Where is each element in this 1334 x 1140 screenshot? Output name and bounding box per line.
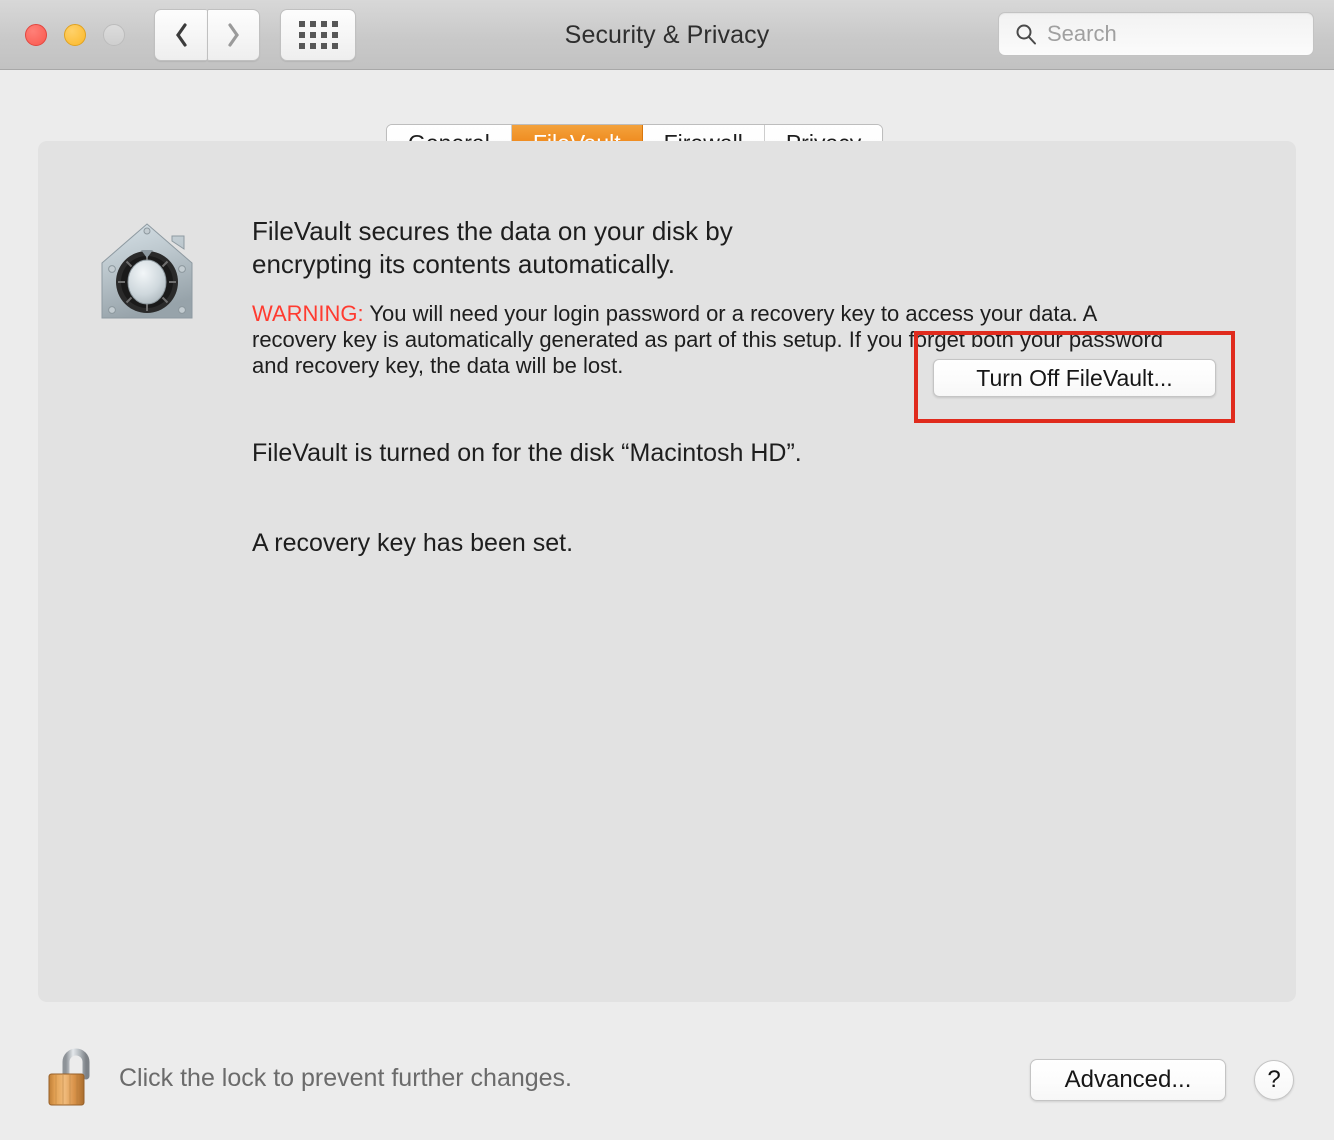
preferences-window: Security & Privacy General FileVault Fir… <box>0 0 1334 1140</box>
warning-label: WARNING: <box>252 301 364 326</box>
help-button[interactable]: ? <box>1254 1060 1294 1100</box>
status-disk-text: FileVault is turned on for the disk “Mac… <box>252 439 802 467</box>
filevault-description: FileVault secures the data on your disk … <box>252 216 733 279</box>
search-icon <box>1015 23 1037 45</box>
content-panel: FileVault secures the data on your disk … <box>38 141 1296 1002</box>
advanced-button[interactable]: Advanced... <box>1030 1059 1226 1101</box>
search-field[interactable] <box>998 12 1314 56</box>
title-bar: Security & Privacy <box>0 0 1334 70</box>
filevault-house-safe-icon <box>101 223 193 319</box>
lock-hint-text: Click the lock to prevent further change… <box>119 1064 573 1092</box>
status-recovery-key-text: A recovery key has been set. <box>252 529 574 557</box>
turn-off-filevault-button[interactable]: Turn Off FileVault... <box>933 359 1216 397</box>
search-input[interactable] <box>1047 21 1297 47</box>
lock-button[interactable] <box>44 1046 98 1108</box>
unlocked-padlock-icon <box>48 1048 90 1106</box>
